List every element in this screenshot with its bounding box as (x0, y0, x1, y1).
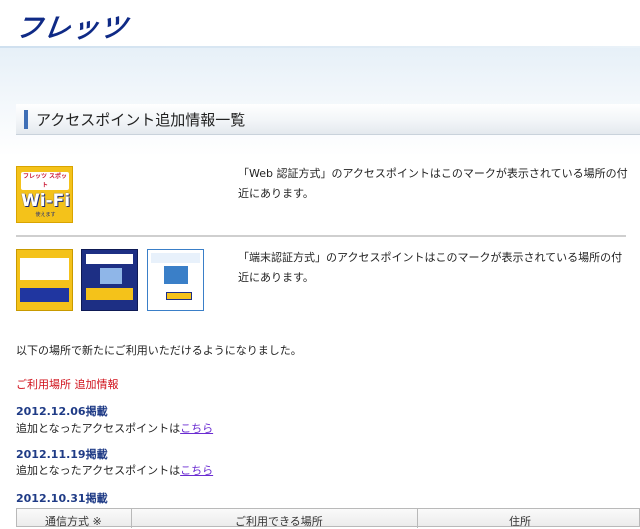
title-accent (24, 110, 28, 129)
site-header: フレッツ (0, 0, 640, 46)
update-date: 2012.10.31掲載 (16, 492, 108, 505)
header-divider (0, 46, 640, 48)
header-band (0, 46, 640, 156)
wifi-mark-bottom: 使えます (35, 212, 56, 218)
update-line: 追加となったアクセスポイントはこちら (16, 420, 213, 436)
flets-spot-wifi-mark: フレッツ スポット Wi-Fi 使えます (16, 166, 73, 223)
web-auth-description: 「Web 認証方式」のアクセスポイントはこのマークが表示されている場所の付近にあ… (238, 167, 628, 200)
update-line: 追加となったアクセスポイントはこちら (16, 462, 213, 478)
section-heading: ご利用場所 追加情報 (16, 378, 119, 391)
wifi-mark-top: フレッツ スポット (21, 172, 69, 190)
intro-text: 以下の場所で新たにご利用いただけるようになりました。 (16, 344, 302, 357)
terminal-auth-mark-3 (147, 249, 204, 311)
page-title-bar: アクセスポイント追加情報一覧 (16, 104, 640, 135)
flets-logo[interactable]: フレッツ (13, 6, 130, 45)
column-separator (131, 509, 132, 528)
update-date: 2012.11.19掲載 (16, 448, 108, 461)
column-separator (417, 509, 418, 528)
update-date: 2012.12.06掲載 (16, 405, 108, 418)
terminal-auth-description: 「端末認証方式」のアクセスポイントはこのマークが表示されている場所の付近にありま… (238, 251, 623, 284)
update-link[interactable]: こちら (180, 464, 213, 477)
update-text: 追加となったアクセスポイントは (16, 422, 181, 435)
page-title: アクセスポイント追加情報一覧 (36, 111, 246, 129)
access-point-table-header: 通信方式 ※ ご利用できる場所 住所 (16, 508, 640, 528)
terminal-auth-mark-2 (81, 249, 138, 311)
wifi-mark-main: Wi-Fi (20, 191, 71, 211)
update-text: 追加となったアクセスポイントは (16, 464, 181, 477)
update-link[interactable]: こちら (180, 422, 213, 435)
terminal-auth-mark-1 (16, 249, 73, 311)
divider (16, 235, 626, 237)
